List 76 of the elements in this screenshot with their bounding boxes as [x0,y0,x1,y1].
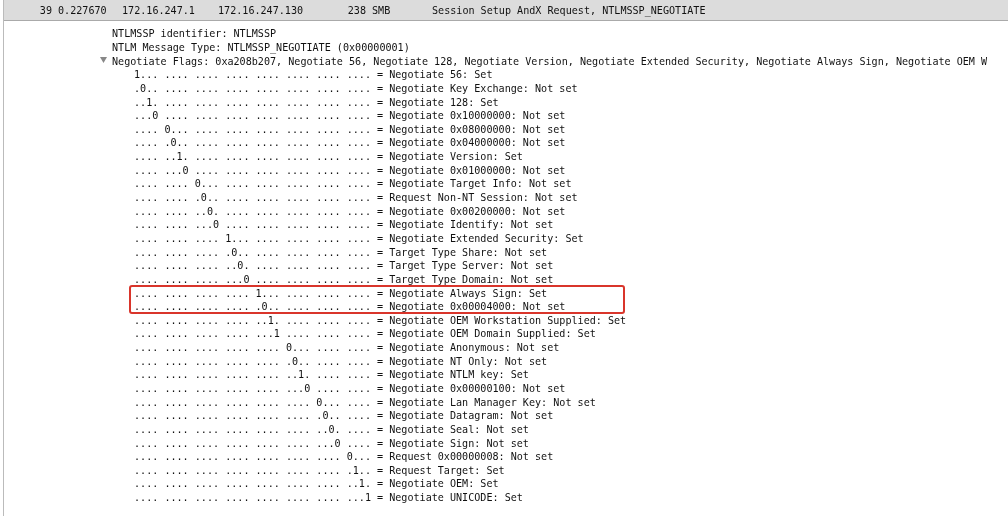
flag-label: = Negotiate OEM: Set [377,478,499,490]
flag-label: = Negotiate 128: Set [377,96,499,108]
flag-label: = Negotiate Anonymous: Not set [377,342,560,354]
detail-field[interactable]: NTLMSSP identifier: NTLMSSP [112,28,277,40]
packet-row[interactable]: 39 0.227670 172.16.247.1 172.16.247.130 238 SMB Session Setup AndX Request, NTLMSSP_NEGOTIATE [4,0,1008,21]
detail-field[interactable]: NTLM Message Type: NTLMSSP_NEGOTIATE (0x00000001) [112,41,410,53]
bitmask-text: .... .... .... .... .... .... .... .1.. [134,464,371,476]
bitmask-text: .... .... ..0. .... .... .... .... .... [134,205,371,217]
packet-cell-text: 0.227670 [57,4,108,16]
bitmask-text: .... .... .... .... .... .0.. .... .... [134,355,371,367]
flag-label: = Negotiate Seal: Not set [377,423,529,435]
bitmask-text: .... .... .... .... .... .... 0... .... [134,396,371,408]
bitmask-text: .... .... .... .0.. .... .... .... .... [134,246,371,258]
flag-label: = Negotiate 56: Set [377,69,493,81]
packet-cell-text: SMB [371,4,392,16]
flag-label: = Negotiate Key Exchange: Not set [377,82,578,94]
bitmask-text: .... .... .0.. .... .... .... .... .... [134,192,371,203]
packet-cell-text: Session Setup AndX Request, NTLMSSP_NEGOTIATE [431,4,707,16]
flag-label: = Negotiate Target Info: Not set [377,178,572,190]
bitmask-text: .... .... .... .... ...1 .... .... .... [134,328,371,340]
bitmask-text: .... .... .... .... .... .... .... ..1. [134,478,371,490]
flag-label: = Negotiate 0x00000100: Not set [377,382,566,394]
flag-label: = Negotiate 0x00200000: Not set [377,205,566,217]
flag-label: = Negotiate Lan Manager Key: Not set [377,396,596,408]
flag-label: = Target Type Domain: Not set [377,273,554,285]
bitmask-text: ...0 .... .... .... .... .... .... .... [134,110,371,122]
bitmask-text: ..1. .... .... .... .... .... .... .... [134,96,371,108]
bitmask-text: .0.. .... .... .... .... .... .... .... [134,82,371,94]
flag-label: = Negotiate NTLM key: Set [377,369,529,381]
flag-label: = Request Non-NT Session: Not set [377,192,578,203]
bitmask-text: .... .... .... .... 1... .... .... .... [134,288,371,299]
flag-label: = Negotiate OEM Domain Supplied: Set [377,328,596,340]
bitmask-text: .... .... .... .... .... .... .... 0... [134,451,371,463]
bitmask-text: .... ..1. .... .... .... .... .... .... [134,151,371,163]
flag-label: = Negotiate 0x00004000: Not set [377,300,566,312]
bitmask-text: .... .... .... .... ..1. .... .... .... [134,314,371,326]
packet-cell-text: 39 [38,4,52,16]
flag-label: = Negotiate 0x08000000: Not set [377,123,566,135]
flag-label: = Negotiate Identify: Not set [377,219,554,231]
bitmask-text: .... .... .... .... .... .... ..0. .... [134,423,371,435]
expanded-triangle-icon[interactable] [100,57,109,66]
flag-label: = Negotiate Datagram: Not set [377,410,554,422]
bitmask-text: .... .... .... ...0 .... .... .... .... [134,273,371,285]
packet-cell-text: 238 [346,4,366,16]
bitmask-text: .... .... .... .... .0.. .... .... .... [134,300,371,312]
detail-field[interactable]: Negotiate Flags: 0xa208b207, Negotiate 56, Negotiate 128, Negotiate Version, Negotiate Extended Security, Negotiate Always Sign, Negotiate OEM W [112,55,988,67]
bitmask-text: .... .... ...0 .... .... .... .... .... [134,219,371,231]
bitmask-text: .... .... .... .... .... ...0 .... .... [134,382,371,394]
bitmask-text: .... .0.. .... .... .... .... .... .... [134,137,371,149]
flag-label: = Negotiate Extended Security: Set [377,232,584,244]
bitmask-text: .... .... .... 1... .... .... .... .... [134,232,371,244]
flag-label: = Target Type Share: Not set [377,246,548,258]
bitmask-text: .... .... .... ..0. .... .... .... .... [134,260,371,272]
bitmask-text: .... .... .... .... .... ..1. .... .... [134,369,371,381]
flag-label: = Negotiate NT Only: Not set [377,355,548,367]
packet-cell-text: 172.16.247.1 [121,4,196,16]
flag-label: = Request 0x00000008: Not set [377,451,554,463]
bitmask-text: .... .... .... .... .... .... .... ...1 [134,492,371,504]
bitmask-text: .... .... .... .... .... .... .0.. .... [134,410,371,422]
bitmask-text: .... 0... .... .... .... .... .... .... [134,123,371,135]
bitmask-text: .... ...0 .... .... .... .... .... .... [134,164,371,176]
flag-label: = Target Type Server: Not set [377,260,554,272]
flag-label: = Negotiate Always Sign: Set [377,288,548,299]
bitmask-text: .... .... 0... .... .... .... .... .... [134,178,371,190]
flag-label: = Negotiate UNICODE: Set [377,492,523,504]
bitmask-text: 1... .... .... .... .... .... .... .... [134,69,371,81]
bitmask-text: .... .... .... .... .... .... ...0 .... [134,437,371,449]
flag-label: = Negotiate Version: Set [377,151,523,163]
flag-label: = Negotiate 0x10000000: Not set [377,110,566,122]
flag-label: = Negotiate OEM Workstation Supplied: Set [377,314,627,326]
flag-label: = Negotiate 0x01000000: Not set [377,164,566,176]
flag-label: = Request Target: Set [377,464,505,476]
flag-label: = Negotiate Sign: Not set [377,437,529,449]
flag-label: = Negotiate 0x04000000: Not set [377,137,566,149]
bitmask-text: .... .... .... .... .... 0... .... .... [134,342,371,354]
packet-cell-text: 172.16.247.130 [217,4,305,16]
